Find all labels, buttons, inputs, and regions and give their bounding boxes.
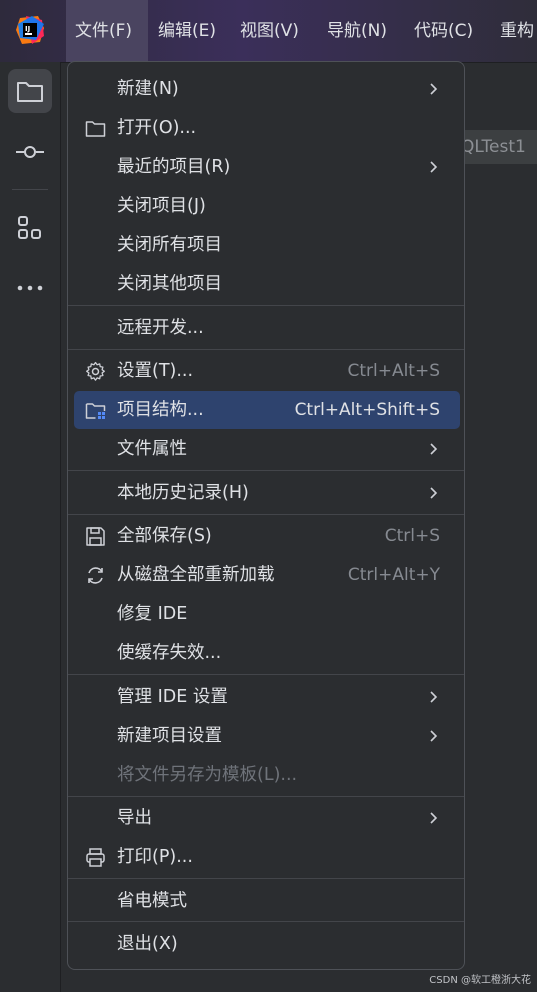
menu-separator <box>68 514 464 515</box>
menu-item-label: 退出(X) <box>117 934 178 954</box>
svg-text:IJ: IJ <box>25 25 30 33</box>
menu-item-close-all-projects[interactable]: 关闭所有项目 <box>74 226 460 264</box>
chevron-right-icon <box>430 443 438 455</box>
menu-item-repair-ide[interactable]: 修复 IDE <box>74 595 460 633</box>
menu-separator <box>68 349 464 350</box>
menu-edit[interactable]: 编辑(E) <box>158 0 216 62</box>
menu-item-label: 打印(P)... <box>117 847 193 867</box>
menu-item-new-project-settings[interactable]: 新建项目设置 <box>74 717 460 755</box>
printer-icon <box>86 848 105 867</box>
chevron-right-icon <box>430 161 438 173</box>
menu-separator <box>68 305 464 306</box>
menu-item-label: 新建项目设置 <box>117 726 222 746</box>
menu-item-label: 管理 IDE 设置 <box>117 687 228 707</box>
menu-code[interactable]: 代码(C) <box>414 0 473 62</box>
menu-item-recent-projects[interactable]: 最近的项目(R) <box>74 148 460 186</box>
menu-view[interactable]: 视图(V) <box>240 0 299 62</box>
menu-item-local-history[interactable]: 本地历史记录(H) <box>74 474 460 512</box>
menu-separator <box>68 921 464 922</box>
commit-icon[interactable] <box>8 130 52 174</box>
chevron-right-icon <box>430 812 438 824</box>
menu-item-label: 关闭所有项目 <box>117 235 222 255</box>
project-folder-icon[interactable] <box>8 69 52 113</box>
menu-item-export[interactable]: 导出 <box>74 799 460 837</box>
menu-navigate[interactable]: 导航(N) <box>327 0 387 62</box>
menu-item-label: 省电模式 <box>117 891 187 911</box>
menu-item-shortcut: Ctrl+Alt+S <box>347 361 440 381</box>
menu-item-label: 关闭其他项目 <box>117 274 222 294</box>
menu-item-label: 全部保存(S) <box>117 526 212 546</box>
menu-item-label: 远程开发... <box>117 318 204 338</box>
menu-item-label: 导出 <box>117 808 152 828</box>
menu-item-file-properties[interactable]: 文件属性 <box>74 430 460 468</box>
reload-icon <box>88 567 103 584</box>
left-tool-strip <box>0 62 61 992</box>
main-menubar: IJ 文件(F) 编辑(E) 视图(V) 导航(N) 代码(C) 重构 <box>0 0 537 63</box>
watermark-text: CSDN @软工橙浙大花 <box>429 975 531 986</box>
menu-item-manage-ide-settings[interactable]: 管理 IDE 设置 <box>74 678 460 716</box>
menu-item-print[interactable]: 打印(P)... <box>74 838 460 876</box>
menu-item-save-as-template: 将文件另存为模板(L)... <box>74 756 460 794</box>
menu-item-label: 最近的项目(R) <box>117 157 231 177</box>
menu-item-shortcut: Ctrl+Alt+Shift+S <box>294 400 440 420</box>
menu-item-new[interactable]: 新建(N) <box>74 70 460 108</box>
menu-file[interactable]: 文件(F) <box>66 0 148 62</box>
menu-item-close-other-projects[interactable]: 关闭其他项目 <box>74 265 460 303</box>
chevron-right-icon <box>430 730 438 742</box>
app-logo-icon[interactable]: IJ <box>14 14 46 46</box>
gear-icon <box>86 361 105 381</box>
menu-item-label: 从磁盘全部重新加载 <box>117 565 275 585</box>
menu-separator <box>68 878 464 879</box>
menu-item-invalidate-caches[interactable]: 使缓存失效... <box>74 634 460 672</box>
menu-item-label: 本地历史记录(H) <box>117 483 249 503</box>
chevron-right-icon <box>430 691 438 703</box>
menu-refactor[interactable]: 重构 <box>500 0 534 62</box>
menu-item-label: 新建(N) <box>117 79 179 99</box>
menu-item-power-save-mode[interactable]: 省电模式 <box>74 882 460 920</box>
more-tools-icon[interactable] <box>8 266 52 310</box>
chevron-right-icon <box>430 487 438 499</box>
menu-item-label: 修复 IDE <box>117 604 188 624</box>
menu-item-project-structure[interactable]: 项目结构... Ctrl+Alt+Shift+S <box>74 391 460 429</box>
menu-item-shortcut: Ctrl+Alt+Y <box>347 565 440 585</box>
menu-separator <box>68 674 464 675</box>
menu-item-shortcut: Ctrl+S <box>384 526 440 546</box>
menu-item-remote-development[interactable]: 远程开发... <box>74 309 460 347</box>
menu-item-label: 文件属性 <box>117 439 187 459</box>
menu-item-label: 项目结构... <box>117 400 204 420</box>
tool-separator <box>12 189 48 190</box>
folder-icon <box>85 121 106 137</box>
menu-item-label: 设置(T)... <box>117 361 194 381</box>
menu-separator <box>68 470 464 471</box>
file-menu-dropdown: 新建(N) 打开(O)... 最近的项目(R) 关闭项目(J) 关闭所有项目 关… <box>67 61 465 970</box>
chevron-right-icon <box>430 83 438 95</box>
structure-icon[interactable] <box>8 206 52 250</box>
menu-separator <box>68 796 464 797</box>
menu-item-open[interactable]: 打开(O)... <box>74 109 460 147</box>
project-structure-icon <box>85 403 106 419</box>
save-icon <box>86 527 105 546</box>
menu-item-reload-all[interactable]: 从磁盘全部重新加载 Ctrl+Alt+Y <box>74 556 460 594</box>
menu-item-label: 将文件另存为模板(L)... <box>117 765 298 785</box>
menu-item-settings[interactable]: 设置(T)... Ctrl+Alt+S <box>74 352 460 390</box>
menu-item-label: 打开(O)... <box>117 118 197 138</box>
menu-item-label: 使缓存失效... <box>117 643 222 663</box>
menu-item-close-project[interactable]: 关闭项目(J) <box>74 187 460 225</box>
menu-item-exit[interactable]: 退出(X) <box>74 925 460 963</box>
menu-item-label: 关闭项目(J) <box>117 196 206 216</box>
menu-item-save-all[interactable]: 全部保存(S) Ctrl+S <box>74 517 460 555</box>
